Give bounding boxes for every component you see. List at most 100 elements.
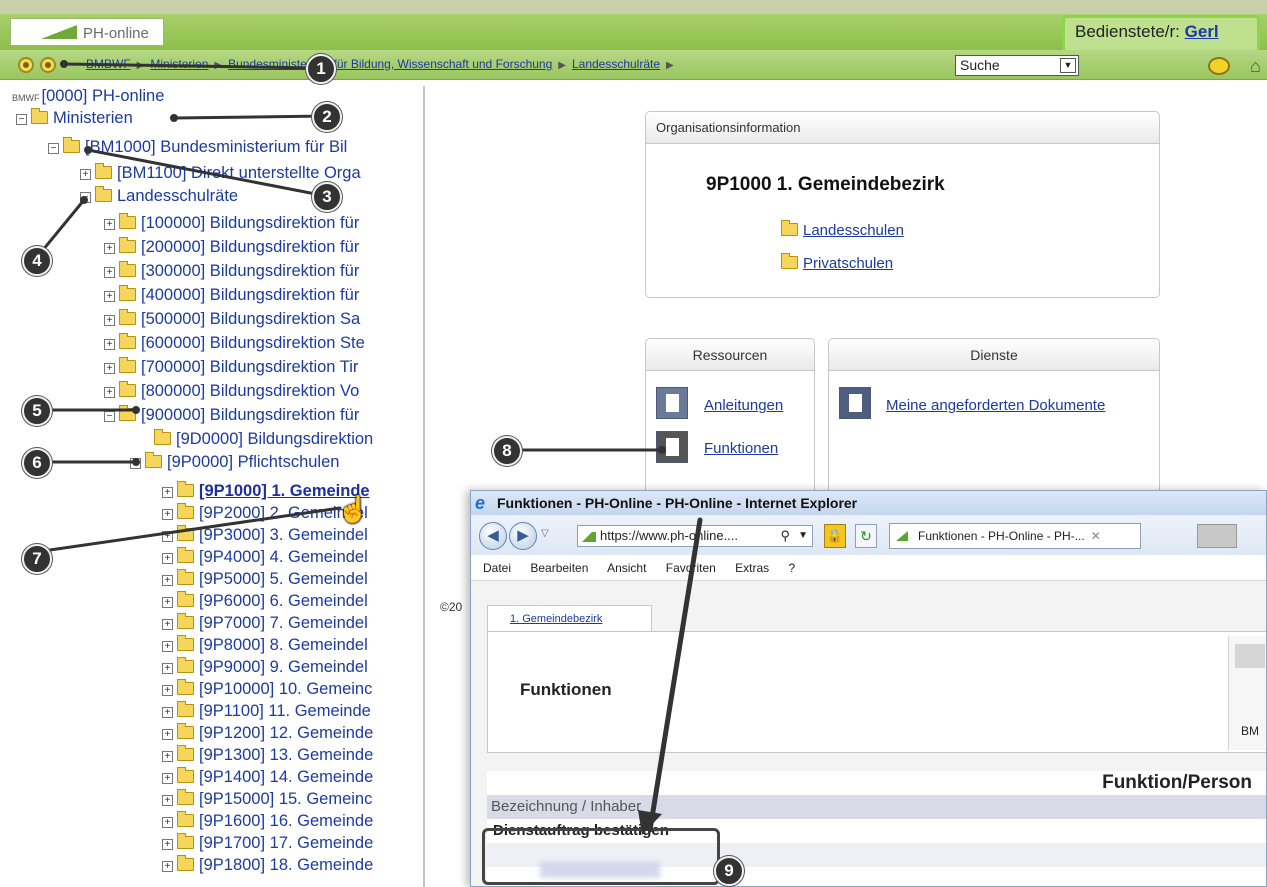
tree-node-label[interactable]: [9P3000] 3. Gemeindel bbox=[199, 526, 368, 544]
tree-node-root[interactable]: BMWF [0000] PH-online bbox=[12, 86, 164, 107]
expand-icon[interactable]: + bbox=[162, 509, 173, 520]
close-tab-icon[interactable]: ✕ bbox=[1091, 529, 1101, 543]
expand-icon[interactable]: + bbox=[162, 817, 173, 828]
tree-node-label[interactable]: [100000] Bildungsdirektion für bbox=[141, 214, 359, 232]
expand-icon[interactable]: + bbox=[162, 839, 173, 850]
tree-node[interactable]: + [100000] Bildungsdirektion für bbox=[104, 213, 359, 234]
tree-node[interactable]: + [9P1600] 16. Gemeinde bbox=[162, 811, 373, 832]
expand-icon[interactable]: + bbox=[104, 339, 115, 350]
tree-node-label[interactable]: [200000] Bildungsdirektion für bbox=[141, 238, 359, 256]
forward-button[interactable]: ▶ bbox=[509, 522, 537, 550]
lock-icon[interactable]: 🔒 bbox=[824, 524, 846, 548]
link-label[interactable]: Meine angeforderten Dokumente bbox=[886, 397, 1105, 414]
new-tab-button[interactable] bbox=[1197, 524, 1237, 548]
tree-node-label[interactable]: Ministerien bbox=[53, 109, 133, 127]
expand-icon[interactable]: + bbox=[104, 387, 115, 398]
tree-node-label[interactable]: [9P0000] Pflichtschulen bbox=[167, 453, 339, 471]
tree-node[interactable]: + [9P1300] 13. Gemeinde bbox=[162, 745, 373, 766]
tree-node-label[interactable]: [9P1800] 18. Gemeinde bbox=[199, 856, 373, 874]
tree-node-landesschulraete[interactable]: − Landesschulräte bbox=[80, 186, 238, 207]
expand-icon[interactable]: + bbox=[104, 219, 115, 230]
key-icon[interactable] bbox=[1208, 57, 1230, 75]
tree-node[interactable]: + [9P5000] 5. Gemeindel bbox=[162, 569, 368, 590]
expand-icon[interactable]: + bbox=[162, 729, 173, 740]
tree-node[interactable]: + [9P1400] 14. Gemeinde bbox=[162, 767, 373, 788]
tree-node-bm1100[interactable]: + [BM1100] Direkt unterstellte Orga bbox=[80, 163, 361, 184]
tree-node-label[interactable]: [9P7000] 7. Gemeindel bbox=[199, 614, 368, 632]
expand-icon[interactable]: + bbox=[162, 487, 173, 498]
menu-ansicht[interactable]: Ansicht bbox=[607, 561, 646, 575]
search-select[interactable]: Suche ▼ bbox=[955, 55, 1079, 76]
tab-label[interactable]: 1. Gemeindebezirk bbox=[510, 613, 602, 625]
collapse-icon[interactable]: − bbox=[16, 114, 27, 125]
expand-icon[interactable]: + bbox=[162, 641, 173, 652]
expand-icon[interactable]: + bbox=[162, 685, 173, 696]
tree-node[interactable]: + [300000] Bildungsdirektion für bbox=[104, 261, 359, 282]
tree-node[interactable]: + [9P6000] 6. Gemeindel bbox=[162, 591, 368, 612]
menu-help[interactable]: ? bbox=[789, 561, 796, 575]
tree-node-label[interactable]: [9P4000] 4. Gemeindel bbox=[199, 548, 368, 566]
expand-icon[interactable]: + bbox=[104, 315, 115, 326]
tree-node-label[interactable]: [9P15000] 15. Gemeinc bbox=[199, 790, 372, 808]
expand-icon[interactable]: + bbox=[162, 531, 173, 542]
expand-icon[interactable]: + bbox=[162, 707, 173, 718]
expand-icon[interactable]: − bbox=[104, 411, 115, 422]
link-label[interactable]: Funktionen bbox=[704, 440, 778, 457]
expand-icon[interactable]: + bbox=[162, 861, 173, 872]
menu-bearbeiten[interactable]: Bearbeiten bbox=[530, 561, 588, 575]
expand-icon[interactable]: + bbox=[104, 363, 115, 374]
tree-node-label[interactable]: [9P8000] 8. Gemeindel bbox=[199, 636, 368, 654]
tree-node-label[interactable]: [900000] Bildungsdirektion für bbox=[141, 406, 359, 424]
tree-node-label[interactable]: [9P10000] 10. Gemeinc bbox=[199, 680, 372, 698]
collapse-icon[interactable]: − bbox=[80, 192, 91, 203]
nav-home-icon[interactable] bbox=[18, 57, 34, 73]
tree-node[interactable]: + [9P10000] 10. Gemeinc bbox=[162, 679, 372, 700]
expand-icon[interactable]: + bbox=[162, 619, 173, 630]
collapse-icon[interactable]: − bbox=[48, 143, 59, 154]
landesschulen-link[interactable]: Landesschulen bbox=[781, 220, 904, 239]
tree-node-label[interactable]: [9P1400] 14. Gemeinde bbox=[199, 768, 373, 786]
tree-node-label[interactable]: [600000] Bildungsdirektion Ste bbox=[141, 334, 365, 352]
chevron-down-icon[interactable]: ▼ bbox=[1060, 58, 1076, 73]
search-icon[interactable]: ⚲ bbox=[780, 526, 790, 546]
expand-icon[interactable]: + bbox=[104, 243, 115, 254]
tree-node[interactable]: − [900000] Bildungsdirektion für bbox=[104, 405, 359, 426]
breadcrumb-bundesministerium[interactable]: Bundesministerium für Bildung, Wissensch… bbox=[228, 57, 552, 71]
expand-icon[interactable]: + bbox=[104, 267, 115, 278]
tree-node[interactable]: + [9P9000] 9. Gemeindel bbox=[162, 657, 368, 678]
tree-node[interactable]: + [700000] Bildungsdirektion Tir bbox=[104, 357, 358, 378]
tree-node[interactable]: + [400000] Bildungsdirektion für bbox=[104, 285, 359, 306]
expand-icon[interactable]: + bbox=[104, 291, 115, 302]
expand-icon[interactable]: + bbox=[162, 575, 173, 586]
expand-icon[interactable]: + bbox=[162, 663, 173, 674]
tree-node[interactable]: + [9P3000] 3. Gemeindel bbox=[162, 525, 368, 546]
tree-node[interactable]: + [9P1700] 17. Gemeinde bbox=[162, 833, 373, 854]
expand-icon[interactable]: + bbox=[162, 597, 173, 608]
tree-node[interactable]: + [9P4000] 4. Gemeindel bbox=[162, 547, 368, 568]
link-label[interactable]: Anleitungen bbox=[704, 397, 783, 414]
tree-node[interactable]: + [9P1800] 18. Gemeinde bbox=[162, 855, 373, 876]
tree-node-label[interactable]: [9P1100] 11. Gemeinde bbox=[199, 702, 371, 720]
address-dropdown-icon[interactable]: ▼ bbox=[798, 526, 808, 546]
tree-node[interactable]: + [9P8000] 8. Gemeindel bbox=[162, 635, 368, 656]
link-label[interactable]: Privatschulen bbox=[803, 255, 893, 272]
tree-node[interactable]: + [9P15000] 15. Gemeinc bbox=[162, 789, 372, 810]
expand-icon[interactable]: + bbox=[162, 751, 173, 762]
tab-gemeindebezirk[interactable]: 1. Gemeindebezirk bbox=[487, 605, 652, 631]
tree-node-label[interactable]: [9P6000] 6. Gemeindel bbox=[199, 592, 368, 610]
tree-node-9d0000[interactable]: [9D0000] Bildungsdirektion bbox=[154, 429, 373, 450]
tree-node-9p0000[interactable]: − [9P0000] Pflichtschulen bbox=[130, 452, 339, 473]
tree-node-label[interactable]: [9P1300] 13. Gemeinde bbox=[199, 746, 373, 764]
tree-node-label[interactable]: [BM1000] Bundesministerium für Bil bbox=[85, 138, 347, 156]
tree-node-label[interactable]: [BM1100] Direkt unterstellte Orga bbox=[117, 164, 361, 182]
tree-node-label[interactable]: [9D0000] Bildungsdirektion bbox=[176, 430, 373, 448]
expand-icon[interactable]: + bbox=[162, 773, 173, 784]
tree-node-label[interactable]: [9P9000] 9. Gemeindel bbox=[199, 658, 368, 676]
tree-node[interactable]: + [9P7000] 7. Gemeindel bbox=[162, 613, 368, 634]
funktionen-link[interactable]: Funktionen bbox=[704, 440, 778, 457]
tree-node-label[interactable]: [300000] Bildungsdirektion für bbox=[141, 262, 359, 280]
menu-extras[interactable]: Extras bbox=[735, 561, 769, 575]
tree-node-label[interactable]: [800000] Bildungsdirektion Vo bbox=[141, 382, 359, 400]
nav-back-icon[interactable] bbox=[40, 57, 56, 73]
tree-node[interactable]: + [800000] Bildungsdirektion Vo bbox=[104, 381, 359, 402]
